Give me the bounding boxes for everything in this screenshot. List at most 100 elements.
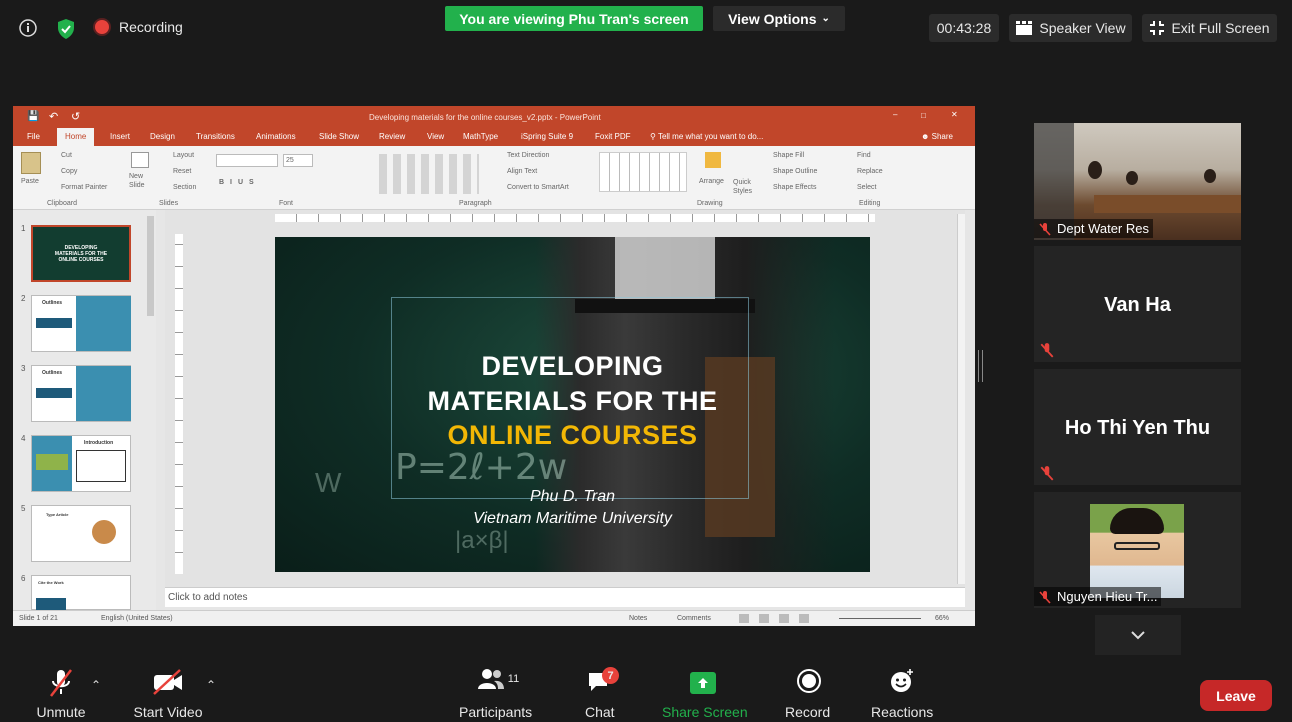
thumbnail-scrollbar[interactable] (147, 216, 154, 316)
participant-name-label: Nguyen Hieu Tr... (1057, 589, 1158, 604)
view-options-label: View Options (728, 10, 817, 27)
leave-button[interactable]: Leave (1200, 680, 1272, 711)
info-icon[interactable] (18, 18, 38, 38)
muted-mic-icon (1040, 343, 1054, 358)
ppt-convert-smartart-label: Convert to SmartArt (507, 184, 569, 191)
slide-affiliation: Vietnam Maritime University (473, 510, 672, 527)
thumbnail-slide: Outlines (31, 295, 131, 352)
ppt-tab: MathType (463, 132, 499, 141)
ppt-align-text-label: Align Text (507, 168, 538, 175)
chat-button[interactable]: 7 Chat (585, 667, 619, 720)
ppt-reset-label: Reset (173, 168, 192, 175)
smiley-icon (891, 669, 913, 692)
thumb-number: 1 (21, 224, 26, 233)
ppt-paste-icon (21, 152, 41, 174)
ppt-save-icon: 💾 (27, 111, 40, 122)
ppt-tab: Foxit PDF (595, 132, 631, 141)
unmute-button[interactable]: Unmute (33, 668, 89, 720)
reactions-button[interactable]: Reactions (871, 668, 933, 720)
record-label: Record (785, 704, 831, 720)
slide-title-line3: ONLINE COURSES (447, 420, 698, 450)
ppt-tab: iSpring Suite 9 (521, 132, 574, 141)
status-language: English (United States) (101, 615, 173, 622)
ppt-ribbon-tabs: File Home Insert Design Transitions Anim… (13, 128, 975, 146)
exit-fullscreen-label: Exit Full Screen (1171, 20, 1270, 36)
ppt-share-label: Share (931, 132, 953, 141)
ppt-window-title: Developing materials for the online cour… (369, 113, 601, 122)
exit-fullscreen-icon (1150, 21, 1165, 35)
ppt-select-label: Select (857, 184, 877, 191)
participant-tile[interactable]: Ho Thi Yen Thu (1034, 369, 1241, 485)
unmute-label: Unmute (36, 704, 86, 720)
thumbnail-title: DEVELOPING MATERIALS FOR THE ONLINE COUR… (54, 245, 108, 263)
security-shield-icon[interactable] (56, 18, 76, 40)
ppt-titlebar: 💾 ↶ ↺ Developing materials for the onlin… (13, 106, 975, 128)
thumbnail-title: Introduction (84, 440, 114, 446)
ppt-shape-effects-label: Shape Effects (773, 184, 817, 191)
view-options-button[interactable]: View Options ⌄ (713, 6, 845, 31)
ppt-tab: Slide Show (319, 132, 360, 141)
chat-label: Chat (585, 704, 615, 720)
record-button[interactable]: Record (785, 668, 830, 720)
participant-tile[interactable]: Van Ha (1034, 246, 1241, 362)
ppt-format-painter-label: Format Painter (61, 184, 108, 191)
reactions-label: Reactions (871, 704, 934, 720)
muted-microphone-icon (50, 669, 72, 697)
ppt-redo-icon: ↺ (71, 111, 81, 123)
participant-scroll-down-button[interactable] (1095, 615, 1181, 655)
ppt-font-name-box (216, 154, 278, 167)
participant-name: Dept Water Res (1034, 219, 1153, 238)
participants-count: 11 (507, 673, 520, 685)
chevron-down-icon: ⌄ (821, 13, 830, 24)
speaker-view-button[interactable]: Speaker View (1009, 14, 1132, 42)
participant-tile-video[interactable]: Dept Water Res (1034, 123, 1241, 240)
horizontal-ruler (275, 214, 875, 222)
ppt-status-bar: Slide 1 of 21 English (United States) No… (13, 610, 975, 626)
recording-indicator[interactable]: Recording (95, 19, 183, 35)
ppt-ribbon: Paste Cut Copy Format Painter New Slide … (13, 146, 975, 210)
ppt-arrange-icon (705, 152, 721, 168)
video-off-icon (153, 669, 182, 695)
vertical-ruler (175, 234, 183, 574)
notes-placeholder: Click to add notes (168, 592, 248, 603)
ppt-font-size-box: 25 (283, 154, 313, 167)
ppt-group-label: Editing (859, 200, 881, 207)
share-screen-button[interactable]: Share Screen (662, 668, 748, 720)
ppt-tab: Transitions (196, 132, 235, 141)
start-video-button[interactable]: Start Video (134, 668, 203, 720)
notes-pane[interactable]: Click to add notes (165, 587, 965, 607)
thumb-number: 3 (21, 364, 26, 373)
ppt-text-direction-label: Text Direction (507, 152, 550, 159)
presentation-slide: P=2ℓ+2w W |a×β| DEVELOPING MATERIALS FOR… (275, 237, 870, 572)
ppt-group-label: Drawing (697, 200, 723, 207)
ppt-maximize-icon: □ (921, 111, 926, 120)
ppt-tell-me: ⚲ Tell me what you want to do... (650, 132, 764, 141)
ppt-copy-label: Copy (61, 168, 78, 175)
ppt-shape-outline-label: Shape Outline (773, 168, 818, 175)
audio-options-chevron[interactable]: ⌃ (91, 678, 101, 692)
ppt-paste-label: Paste (21, 178, 39, 185)
splitter-handle[interactable] (978, 350, 983, 382)
thumbnail-slide: DEVELOPING MATERIALS FOR THE ONLINE COUR… (31, 225, 131, 282)
slide-author: Phu D. Tran (529, 488, 616, 505)
exit-fullscreen-button[interactable]: Exit Full Screen (1142, 14, 1277, 42)
participants-button[interactable]: 11 Participants (459, 668, 532, 720)
ppt-tell-me-label: Tell me what you want to do... (657, 132, 764, 141)
leave-label: Leave (1216, 687, 1256, 704)
meeting-timer: 00:43:28 (929, 14, 999, 42)
chat-badge: 7 (602, 667, 619, 684)
ppt-tab: View (427, 132, 445, 141)
participant-name-large: Ho Thi Yen Thu (1064, 417, 1211, 439)
video-options-chevron[interactable]: ⌃ (206, 678, 216, 692)
muted-mic-icon (1039, 590, 1051, 604)
participant-name-label: Dept Water Res (1057, 221, 1149, 236)
shared-screen-powerpoint: 💾 ↶ ↺ Developing materials for the onlin… (13, 106, 975, 626)
participant-tile[interactable]: Nguyen Hieu Tr... (1034, 492, 1241, 608)
share-screen-icon (690, 672, 716, 694)
viewing-screen-banner: You are viewing Phu Tran's screen (445, 6, 703, 31)
ppt-section-label: Section (173, 184, 197, 191)
ppt-arrange-label: Arrange (699, 178, 724, 185)
vertical-scrollbar[interactable] (957, 214, 965, 584)
ppt-font-size-value: 25 (286, 157, 294, 164)
ppt-new-slide-icon (131, 152, 149, 168)
